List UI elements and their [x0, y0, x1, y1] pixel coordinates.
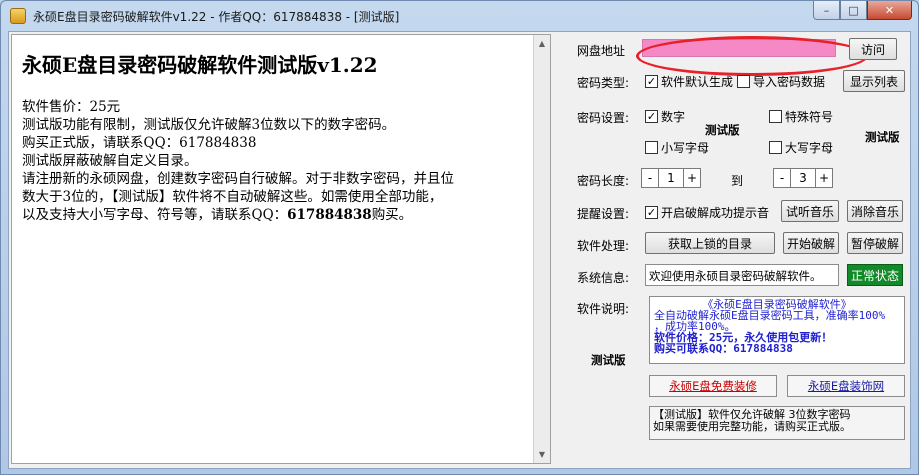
- free-decoration-link[interactable]: 永硕E盘免费装修: [649, 375, 777, 397]
- enable-reminder-label: 开启破解成功提示音: [661, 206, 770, 220]
- pwd-type-label: 密码类型:: [577, 76, 630, 90]
- app-icon: [10, 8, 26, 24]
- client-area: 永硕E盘目录密码破解软件测试版v1.22 软件售价：25元 测试版功能有限制，测…: [8, 31, 911, 469]
- digits-label: 数字: [661, 110, 686, 124]
- vertical-scrollbar[interactable]: ▲ ▼: [533, 35, 550, 463]
- info-panel[interactable]: 永硕E盘目录密码破解软件测试版v1.22 软件售价：25元 测试版功能有限制，测…: [11, 34, 551, 464]
- close-button[interactable]: ✕: [867, 1, 912, 20]
- process-label: 软件处理:: [577, 239, 630, 253]
- enable-reminder-checkbox[interactable]: ✓ 开启破解成功提示音: [645, 204, 769, 221]
- plus-button[interactable]: +: [683, 168, 701, 188]
- maximize-button[interactable]: □: [840, 1, 867, 20]
- status-badge: 正常状态: [847, 264, 903, 286]
- desc-label: 软件说明:: [577, 302, 630, 316]
- test-tag: 测试版: [591, 353, 626, 367]
- desc-line: 购买可联系QQ：617884838: [654, 342, 793, 355]
- notice-line: 如果需要使用完整功能，请购买正式版。: [653, 420, 851, 433]
- info-title: 永硕E盘目录密码破解软件测试版v1.22: [22, 53, 378, 77]
- length-from-stepper[interactable]: - 1 +: [641, 168, 701, 188]
- window-controls: – □ ✕: [813, 1, 912, 20]
- cancel-music-button[interactable]: 消除音乐: [847, 200, 903, 222]
- info-line-last: 以及支持大小写字母、符号等，请联系QQ：617884838购买。: [22, 206, 540, 224]
- length-from-value[interactable]: 1: [659, 168, 683, 188]
- start-crack-button[interactable]: 开始破解: [783, 232, 839, 254]
- get-locked-dirs-button[interactable]: 获取上锁的目录: [645, 232, 775, 254]
- uppercase-label: 大写字母: [785, 141, 834, 155]
- disk-address-label: 网盘地址: [577, 44, 626, 58]
- show-list-button[interactable]: 显示列表: [843, 70, 905, 92]
- checkbox-empty-icon: [737, 75, 750, 88]
- decoration-site-link[interactable]: 永硕E盘装饰网: [787, 375, 905, 397]
- lowercase-label: 小写字母: [661, 141, 710, 155]
- info-qq: 617884838: [287, 207, 372, 223]
- control-panel: 网盘地址 访问 密码类型: ✓ 软件默认生成 导入密码数据 显示列表 密码设置: …: [559, 32, 912, 470]
- checkbox-empty-icon: [645, 141, 658, 154]
- software-default-label: 软件默认生成: [661, 75, 734, 89]
- checkmark-icon: ✓: [645, 75, 658, 88]
- pwd-length-label: 密码长度:: [577, 174, 630, 188]
- checkmark-icon: ✓: [645, 206, 658, 219]
- checkmark-icon: ✓: [645, 110, 658, 123]
- minus-button[interactable]: -: [641, 168, 659, 188]
- scroll-up-arrow-icon[interactable]: ▲: [534, 35, 550, 52]
- lowercase-checkbox[interactable]: 小写字母: [645, 139, 709, 156]
- special-label: 特殊符号: [785, 110, 834, 124]
- digits-checkbox[interactable]: ✓ 数字: [645, 108, 685, 125]
- minus-button[interactable]: -: [773, 168, 791, 188]
- info-line: 请注册新的永硕网盘，创建数字密码自行破解。对于非数字密码，并且位: [22, 171, 454, 187]
- info-line-suffix: 购买。: [371, 207, 413, 223]
- visit-button[interactable]: 访问: [849, 38, 897, 60]
- import-pwd-checkbox[interactable]: 导入密码数据: [737, 73, 825, 90]
- scroll-down-arrow-icon[interactable]: ▼: [534, 446, 550, 463]
- minimize-button[interactable]: –: [813, 1, 840, 20]
- pwd-setting-label: 密码设置:: [577, 111, 630, 125]
- special-checkbox[interactable]: 特殊符号: [769, 108, 833, 125]
- test-tag: 测试版: [865, 130, 900, 144]
- info-line-prefix: 以及支持大小写字母、符号等，请联系QQ：: [22, 207, 288, 223]
- checkbox-empty-icon: [769, 141, 782, 154]
- info-line: 测试版屏蔽破解自定义目录。: [22, 153, 198, 169]
- info-line: 购买正式版，请联系QQ：617884838: [22, 135, 257, 151]
- sysinfo-label: 系统信息:: [577, 271, 630, 285]
- uppercase-checkbox[interactable]: 大写字母: [769, 139, 833, 156]
- window-title: 永硕E盘目录密码破解软件v1.22 - 作者QQ：617884838 - [测试…: [33, 10, 400, 24]
- to-label: 到: [731, 174, 744, 188]
- length-to-value[interactable]: 3: [791, 168, 815, 188]
- highlight-ellipse: [636, 36, 868, 76]
- test-tag: 测试版: [705, 123, 740, 137]
- checkbox-empty-icon: [769, 110, 782, 123]
- length-to-stepper[interactable]: - 3 +: [773, 168, 833, 188]
- notice-box: 【测试版】软件仅允许破解 3位数字密码 如果需要使用完整功能，请购买正式版。: [649, 406, 905, 440]
- description-box[interactable]: 《永硕E盘目录密码破解软件》 全自动破解永硕E盘目录密码工具，准确率100% ，…: [649, 296, 905, 364]
- info-line: 测试版功能有限制，测试版仅允许破解3位数以下的数字密码。: [22, 117, 396, 133]
- info-line: 数大于3位的，【测试版】软件将不自动破解这些。如需使用全部功能，: [22, 189, 443, 205]
- listen-music-button[interactable]: 试听音乐: [781, 200, 839, 222]
- plus-button[interactable]: +: [815, 168, 833, 188]
- pause-crack-button[interactable]: 暂停破解: [847, 232, 903, 254]
- sysinfo-field: 欢迎使用永硕目录密码破解软件。: [645, 264, 839, 286]
- info-line: 软件售价：25元: [22, 99, 121, 115]
- main-window: 永硕E盘目录密码破解软件v1.22 - 作者QQ：617884838 - [测试…: [0, 0, 919, 475]
- title-bar[interactable]: 永硕E盘目录密码破解软件v1.22 - 作者QQ：617884838 - [测试…: [1, 1, 918, 31]
- import-pwd-label: 导入密码数据: [753, 75, 826, 89]
- reminder-label: 提醒设置:: [577, 207, 630, 221]
- software-default-checkbox[interactable]: ✓ 软件默认生成: [645, 73, 733, 90]
